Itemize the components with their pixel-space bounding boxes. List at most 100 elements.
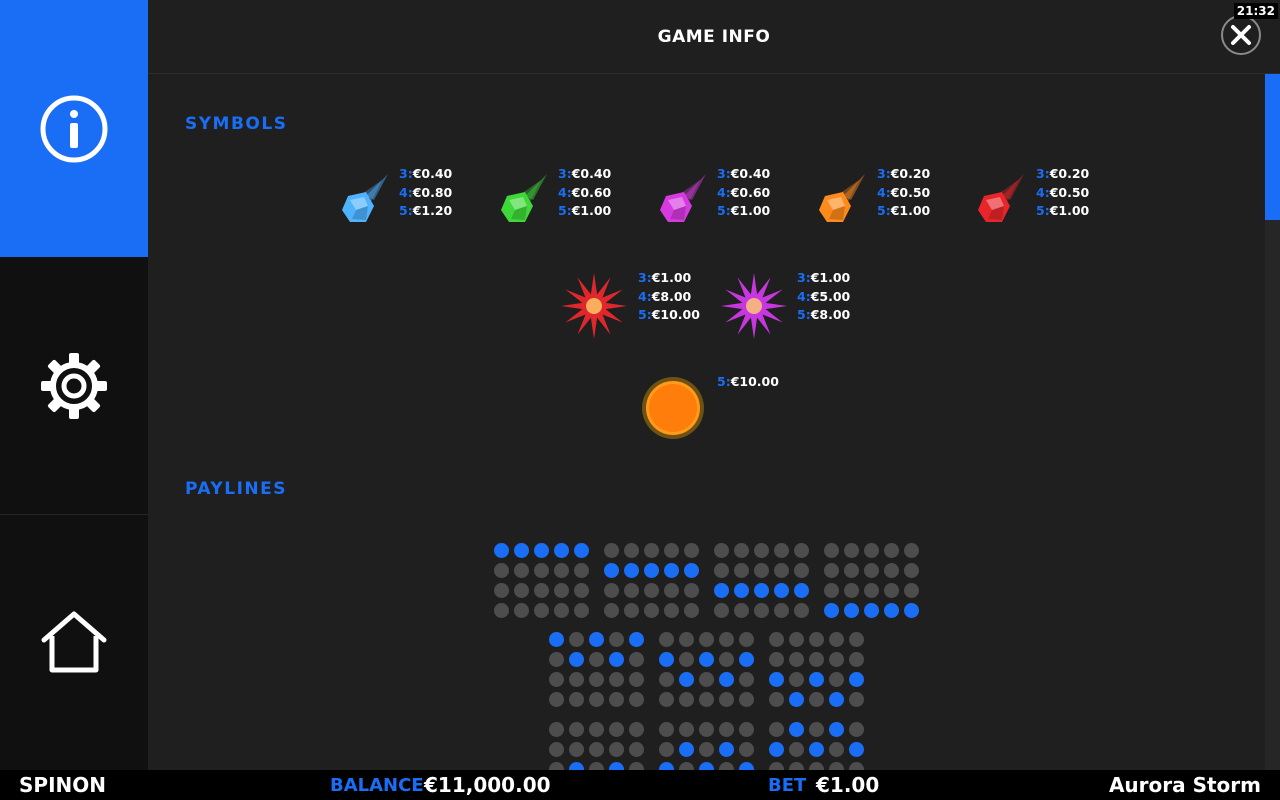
pay-count: 4: [1036, 184, 1050, 200]
pay-row: 5:€8.00 [797, 306, 850, 325]
pay-amount: €1.20 [412, 203, 453, 218]
payline-dot [609, 742, 624, 757]
payline-dot [589, 652, 604, 667]
purple-gem-icon [660, 174, 706, 222]
payline-dot [769, 762, 784, 770]
sun-icon [642, 377, 704, 439]
payline-dot [904, 543, 919, 558]
pay-count: 5: [877, 203, 891, 218]
pay-row: 4:€5.00 [797, 288, 850, 307]
payline-dot [624, 603, 639, 618]
blue-gem-icon [342, 174, 388, 222]
pay-amount: €0.20 [890, 166, 931, 181]
payline-dot [829, 672, 844, 687]
payline-dot [534, 563, 549, 578]
payline-dot [554, 583, 569, 598]
pay-amount: €0.80 [412, 184, 453, 200]
info-tab-button[interactable] [0, 0, 148, 257]
payline-dot [849, 742, 864, 757]
home-tab-button[interactable] [0, 514, 148, 771]
payline-dot [824, 583, 839, 598]
pay-count: 4: [558, 184, 572, 200]
payline-dot [794, 563, 809, 578]
pay-row: 4:€0.60 [717, 184, 770, 203]
payline-dot [629, 672, 644, 687]
payline-dot [734, 563, 749, 578]
payline-dot [739, 652, 754, 667]
brand-logo: SPINON [19, 773, 106, 797]
settings-tab-button[interactable] [0, 257, 148, 514]
pay-row: 4:€0.60 [558, 184, 611, 203]
payline-dot [789, 762, 804, 770]
payline-dot [809, 672, 824, 687]
pay-row: 5:€1.00 [1036, 202, 1089, 221]
payline-dot [589, 762, 604, 770]
close-button[interactable] [1221, 15, 1261, 55]
payline-6 [659, 632, 759, 712]
pay-count: 4: [797, 288, 811, 304]
pay-row: 4:€0.50 [1036, 184, 1089, 203]
payline-dot [699, 722, 714, 737]
payline-dot [684, 543, 699, 558]
sidebar [0, 0, 148, 770]
scrollbar-thumb[interactable] [1265, 74, 1280, 220]
payline-dot [629, 652, 644, 667]
payline-dot [679, 742, 694, 757]
orange-gem-icon [819, 174, 865, 222]
payline-1 [494, 543, 594, 623]
payline-dot [824, 603, 839, 618]
payline-dot [864, 563, 879, 578]
payline-dot [554, 543, 569, 558]
payline-dot [659, 742, 674, 757]
payline-dot [719, 762, 734, 770]
pay-amount: €0.40 [412, 166, 453, 181]
purple-star-icon [721, 273, 787, 339]
pay-amount: €1.00 [810, 270, 851, 285]
page-title: GAME INFO [657, 27, 771, 47]
red-gem-icon [978, 174, 1024, 222]
pay-amount: €1.00 [730, 203, 771, 218]
payline-dot [884, 563, 899, 578]
payline-dot [624, 563, 639, 578]
payline-3 [714, 543, 814, 623]
payline-dot [549, 652, 564, 667]
pay-count: 5: [717, 374, 731, 389]
payline-dot [809, 762, 824, 770]
pay-count: 5: [717, 203, 731, 218]
pay-count: 3: [877, 166, 891, 181]
payline-dot [549, 762, 564, 770]
payline-dot [699, 692, 714, 707]
payline-dot [794, 583, 809, 598]
payline-dot [734, 603, 749, 618]
payline-dot [659, 722, 674, 737]
pay-amount: €8.00 [651, 288, 692, 304]
payline-dot [664, 563, 679, 578]
payline-dot [714, 543, 729, 558]
payline-dot [884, 603, 899, 618]
payline-dot [849, 632, 864, 647]
payline-dot [514, 543, 529, 558]
pay-amount: €0.20 [1049, 166, 1090, 181]
payline-dot [829, 632, 844, 647]
payline-7 [769, 632, 869, 712]
payline-dot [884, 543, 899, 558]
payline-dot [664, 603, 679, 618]
pay-count: 3: [638, 270, 652, 285]
payline-dot [609, 762, 624, 770]
payline-dot [844, 543, 859, 558]
payline-dot [534, 583, 549, 598]
payline-dot [714, 603, 729, 618]
payline-dot [679, 632, 694, 647]
payline-dot [609, 632, 624, 647]
payline-dot [864, 583, 879, 598]
home-icon [41, 611, 107, 672]
payline-dot [719, 742, 734, 757]
pay-count: 4: [399, 184, 413, 200]
payline-dot [754, 583, 769, 598]
pay-row: 3:€0.40 [399, 165, 452, 184]
pay-row: 3:€0.40 [558, 165, 611, 184]
payline-dot [769, 692, 784, 707]
payline-dot [769, 722, 784, 737]
payline-dot [699, 652, 714, 667]
symbols-heading: SYMBOLS [185, 114, 288, 134]
